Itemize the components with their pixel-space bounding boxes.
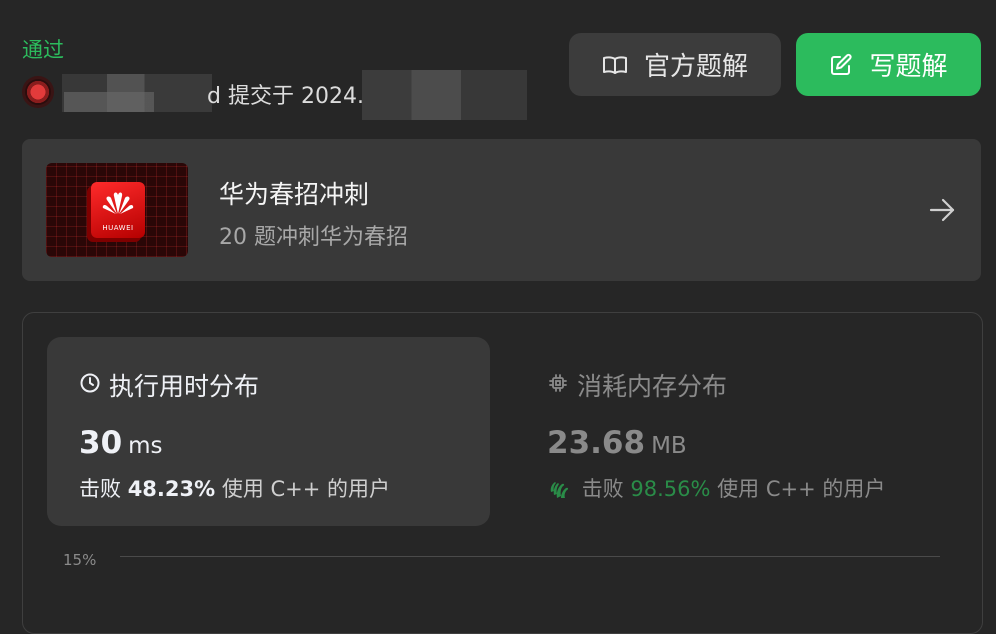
runtime-beat-suffix: 使用 C++ 的用户 [221, 477, 391, 501]
memory-title: 消耗内存分布 [577, 372, 728, 401]
edit-icon [829, 53, 853, 77]
official-solution-button[interactable]: 官方题解 [569, 33, 781, 96]
avatar[interactable] [22, 76, 54, 108]
write-solution-button[interactable]: 写题解 [796, 33, 981, 96]
memory-value: 23.68 [547, 425, 646, 461]
runtime-title: 执行用时分布 [109, 372, 260, 401]
clap-icon [547, 478, 571, 505]
chart-y-tick: 15% [63, 551, 97, 569]
runtime-unit: ms [128, 433, 163, 459]
clock-icon [79, 371, 101, 400]
author-row: d 提交于 2024. [22, 70, 527, 120]
promo-subtitle: 20 题冲刺华为春招 [219, 225, 408, 250]
arrow-right-icon [928, 196, 956, 228]
memory-card[interactable]: 消耗内存分布 23.68 MB 击败 98.56% 使用 C++ 的用户 [515, 337, 958, 526]
write-solution-label: 写题解 [869, 52, 948, 82]
runtime-beat-pct: 48.23% [127, 477, 216, 501]
author-name-tail[interactable]: d [207, 84, 221, 109]
submission-status: 通过 [22, 38, 64, 62]
redacted-timestamp [362, 70, 527, 120]
huawei-logo-icon: HUAWEI [91, 182, 145, 238]
huawei-wordmark: HUAWEI [102, 224, 134, 232]
memory-value-row: 23.68 MB [547, 425, 687, 461]
redacted-username-part [64, 92, 154, 112]
memory-unit: MB [651, 433, 687, 459]
official-solution-label: 官方题解 [643, 52, 748, 82]
runtime-title-row: 执行用时分布 [79, 367, 259, 403]
runtime-beat-prefix: 击败 [79, 477, 121, 501]
memory-beat-prefix: 击败 [581, 477, 624, 501]
submitted-info: d 提交于 2024. [207, 78, 364, 110]
chip-icon [547, 371, 569, 400]
runtime-card[interactable]: 执行用时分布 30 ms 击败 48.23% 使用 C++ 的用户 [47, 337, 490, 526]
runtime-beat: 击败 48.23% 使用 C++ 的用户 [79, 473, 390, 503]
memory-beat: 击败 98.56% 使用 C++ 的用户 [547, 473, 885, 505]
runtime-value: 30 [79, 425, 123, 461]
memory-beat-pct: 98.56% [630, 477, 711, 501]
promo-banner[interactable]: HUAWEI 华为春招冲刺 20 题冲刺华为春招 [22, 139, 981, 281]
submitted-time: 提交于 2024. [227, 84, 364, 109]
memory-title-row: 消耗内存分布 [547, 367, 727, 403]
chart-gridline [120, 556, 940, 557]
book-icon [602, 54, 628, 76]
promo-title: 华为春招冲刺 [219, 180, 370, 209]
memory-beat-suffix: 使用 C++ 的用户 [717, 477, 886, 501]
runtime-value-row: 30 ms [79, 425, 163, 461]
promo-image: HUAWEI [46, 163, 188, 257]
